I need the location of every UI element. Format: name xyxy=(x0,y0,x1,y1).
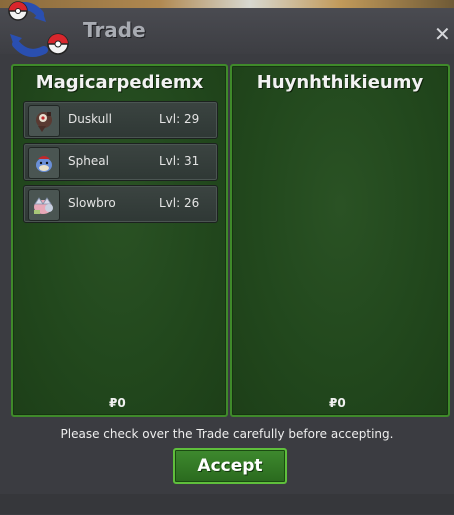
trade-logo-icon xyxy=(8,1,69,57)
pokemon-slot-spheal[interactable]: Spheal Lvl: 31 xyxy=(23,143,218,181)
left-money-amount: ₽0 xyxy=(109,396,126,410)
trade-notice: Please check over the Trade carefully be… xyxy=(60,427,394,441)
pokemon-slot-duskull[interactable]: Duskull Lvl: 29 xyxy=(23,101,218,139)
right-money-amount: ₽0 xyxy=(329,396,346,410)
window-title: Trade xyxy=(83,18,146,42)
pokemon-level: Lvl: 31 xyxy=(159,154,200,168)
pokemon-name: Spheal xyxy=(68,154,109,168)
slowbro-sprite-icon xyxy=(28,189,60,221)
spheal-sprite-icon xyxy=(28,147,60,179)
pokemon-slot-slowbro[interactable]: Slowbro Lvl: 26 xyxy=(23,185,218,223)
left-player-name: Magicarpediemx xyxy=(35,72,204,93)
accept-button[interactable]: Accept xyxy=(173,448,287,484)
window-bottom-edge xyxy=(0,494,454,514)
pokemon-level: Lvl: 29 xyxy=(159,112,200,126)
pokemon-name: Duskull xyxy=(68,112,112,126)
duskull-sprite-icon xyxy=(28,105,60,137)
left-trade-panel: Magicarpediemx Duskull Lvl: 29 Spheal Lv… xyxy=(11,64,228,417)
close-icon[interactable]: ✕ xyxy=(434,24,454,44)
pokemon-level: Lvl: 26 xyxy=(159,196,200,210)
right-player-name: Huynhthikieumy xyxy=(256,72,424,93)
right-trade-panel: Huynhthikieumy ₽0 xyxy=(230,64,450,417)
pokemon-name: Slowbro xyxy=(68,196,116,210)
